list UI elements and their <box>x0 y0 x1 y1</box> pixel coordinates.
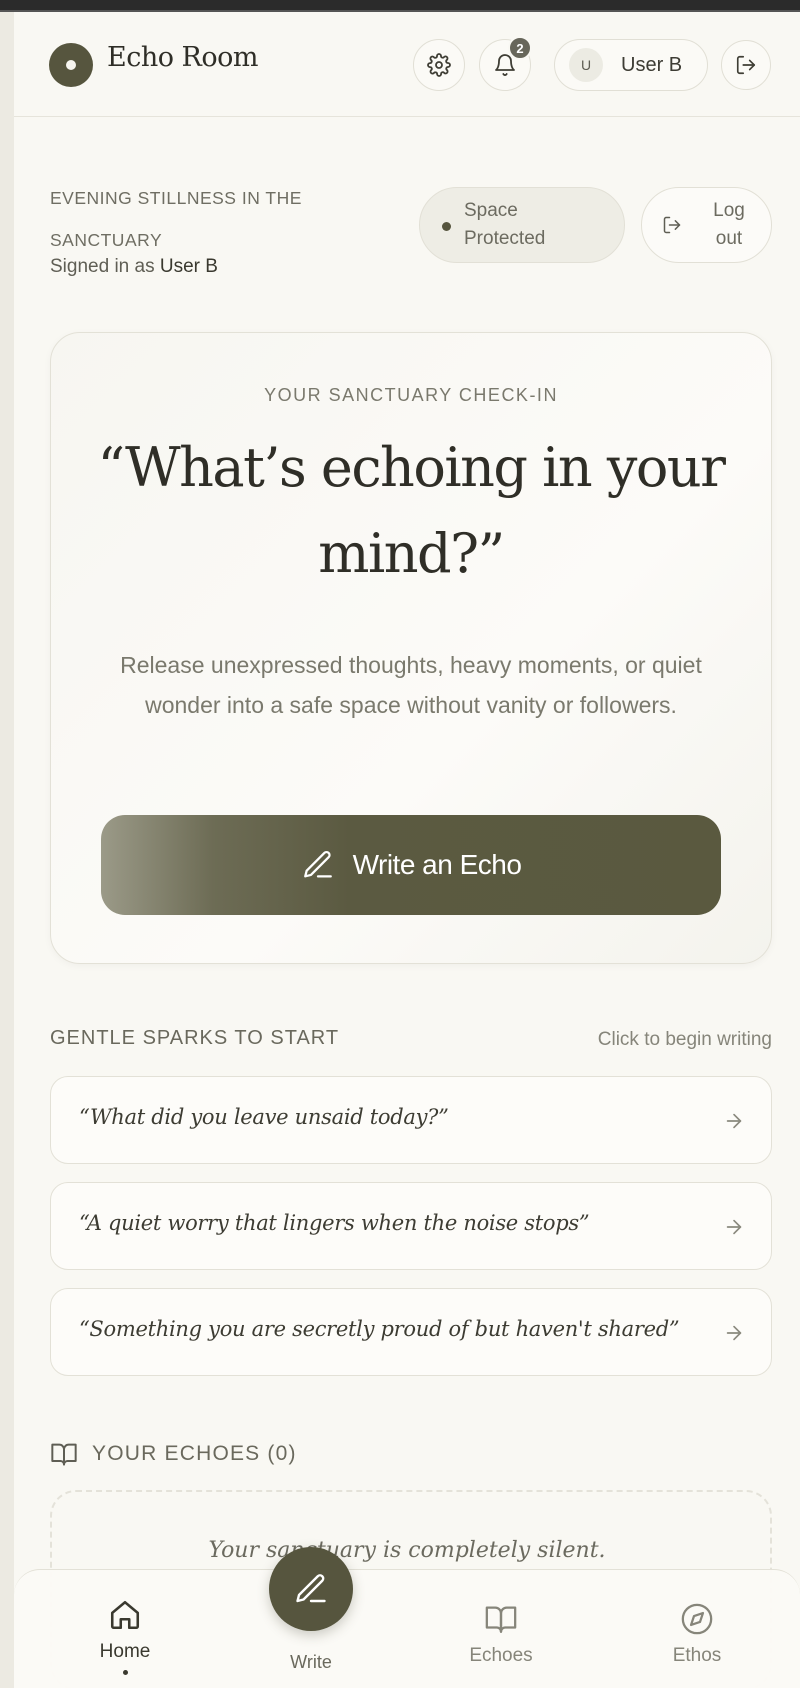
app-title: Echo Room <box>107 42 259 73</box>
spark-prompt[interactable]: “Something you are secretly proud of but… <box>50 1288 772 1376</box>
write-echo-label: Write an Echo <box>352 849 522 880</box>
notification-badge: 2 <box>508 36 532 60</box>
checkin-eyebrow: YOUR SANCTUARY CHECK-IN <box>264 385 558 405</box>
pen-icon <box>303 850 332 878</box>
settings-icon <box>427 53 451 77</box>
logout-label: Log out <box>713 200 745 249</box>
logout-icon <box>736 55 756 75</box>
book-icon <box>485 1606 517 1633</box>
active-indicator <box>122 1670 128 1675</box>
space-protected-badge: Space Protected <box>419 187 625 263</box>
echoes-header: YOUR ECHOES (0) <box>50 1440 297 1468</box>
signed-in-text: Signed in as User B <box>50 256 218 278</box>
app-shell: Echo Room 2 U User B EVENING STILLNESS I… <box>14 12 800 1688</box>
spark-prompt[interactable]: “What did you leave unsaid today?” <box>50 1076 772 1164</box>
spark-prompt-text: “Something you are secretly proud of but… <box>79 1317 680 1341</box>
nav-label-echoes: Echoes <box>469 1645 533 1666</box>
time-of-day-eyebrow: EVENING STILLNESS IN THE SANCTUARY <box>50 188 302 250</box>
bottom-nav: Home Echoes Ethos <box>14 1569 800 1688</box>
spark-prompt-text: “What did you leave unsaid today?” <box>79 1105 449 1129</box>
notifications-button[interactable]: 2 <box>479 36 532 91</box>
write-fab-button[interactable] <box>269 1547 353 1631</box>
logout-icon <box>663 216 681 234</box>
logo-icon <box>49 43 93 87</box>
spark-prompt[interactable]: “A quiet worry that lingers when the noi… <box>50 1182 772 1270</box>
nav-item-home[interactable]: Home <box>65 1598 185 1675</box>
user-name: User B <box>621 54 683 76</box>
write-echo-button[interactable]: Write an Echo <box>101 815 721 915</box>
sparks-title: GENTLE SPARKS TO START <box>50 1027 340 1049</box>
checkin-description: Release unexpressed thoughts, heavy mome… <box>120 652 702 718</box>
sparks-hint: Click to begin writing <box>597 1029 772 1050</box>
nav-label-write: Write <box>290 1652 332 1672</box>
user-menu-button[interactable]: U User B <box>554 39 708 91</box>
checkin-quote: “What’s echoing in your mind?” <box>97 436 726 585</box>
arrow-right-icon <box>726 1219 742 1235</box>
header-logout-button[interactable] <box>721 40 771 90</box>
home-icon <box>110 1600 140 1630</box>
spark-prompt-text: “A quiet worry that lingers when the noi… <box>79 1211 590 1235</box>
space-protected-label: Space Protected <box>464 200 546 249</box>
signed-in-user: User B <box>159 256 218 277</box>
book-icon <box>51 1443 77 1466</box>
top-header: Echo Room 2 U User B <box>14 12 800 117</box>
compass-icon <box>681 1603 713 1635</box>
nav-item-echoes[interactable]: Echoes <box>441 1602 561 1667</box>
status-dot-icon <box>442 222 451 231</box>
logout-button[interactable]: Log out <box>641 187 772 263</box>
arrow-right-icon <box>726 1325 742 1341</box>
echoes-empty-text: Your sanctuary is completely silent. <box>208 1538 606 1563</box>
nav-label-home: Home <box>99 1641 151 1662</box>
nav-item-ethos[interactable]: Ethos <box>637 1602 757 1667</box>
checkin-card: YOUR SANCTUARY CHECK-IN “What’s echoing … <box>50 332 772 964</box>
nav-label-ethos: Ethos <box>672 1645 722 1666</box>
signed-in-prefix: Signed in as <box>50 256 160 277</box>
arrow-right-icon <box>726 1113 742 1129</box>
settings-button[interactable] <box>413 39 465 91</box>
pen-icon <box>296 1574 326 1603</box>
browser-top-strip <box>0 0 800 12</box>
left-gutter <box>0 12 14 1688</box>
echoes-title: YOUR ECHOES (0) <box>92 1442 297 1465</box>
avatar: U <box>569 48 603 82</box>
